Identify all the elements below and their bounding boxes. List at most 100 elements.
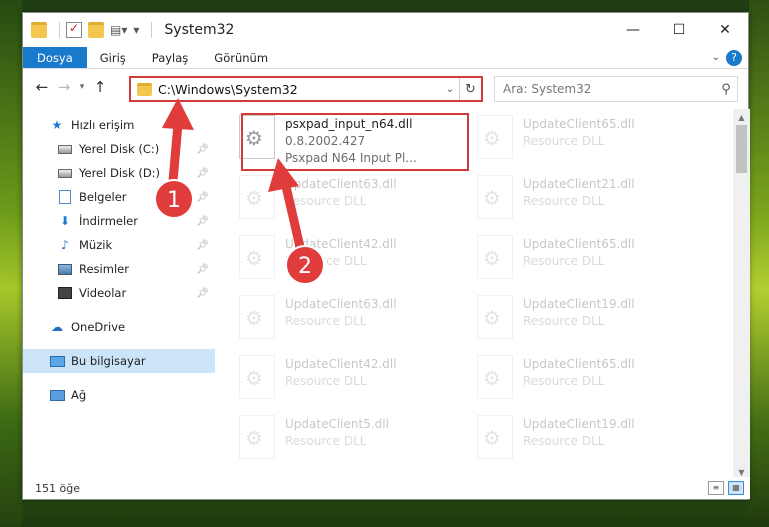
sidebar-item-documents[interactable]: Belgeler 📌︎ [23, 185, 215, 209]
file-tile[interactable]: UpdateClient63.dll Resource DLL [227, 173, 453, 229]
tiles-view-icon[interactable]: ▦ [728, 481, 744, 495]
new-folder-icon[interactable] [88, 22, 104, 38]
title-bar: ▤▾ ▾ System32 — ☐ ✕ [23, 13, 748, 47]
file-type: Resource DLL [523, 134, 605, 148]
view-toggle: ≡ ▦ [708, 481, 744, 495]
sidebar-item-onedrive[interactable]: ☁ OneDrive [23, 315, 215, 339]
tab-home[interactable]: Giriş [87, 47, 139, 68]
forward-arrow-icon[interactable]: → [53, 78, 75, 96]
sidebar-item-label: Müzik [79, 238, 113, 252]
network-icon [49, 388, 65, 402]
vertical-scrollbar[interactable]: ▲ ▼ [733, 109, 750, 481]
dll-file-icon [239, 175, 275, 219]
file-tile[interactable]: UpdateClient63.dll Resource DLL [227, 293, 453, 349]
up-arrow-icon[interactable]: ↑ [89, 78, 111, 96]
tab-file[interactable]: Dosya [23, 47, 87, 68]
address-bar[interactable]: C:\Windows\System32 ⌄ ↻ [129, 76, 483, 102]
pin-icon[interactable]: 📌︎ [196, 192, 209, 203]
music-icon: ♪ [61, 238, 69, 252]
sidebar-item-pictures[interactable]: Resimler 📌︎ [23, 257, 215, 281]
sidebar-item-this-pc[interactable]: Bu bilgisayar [23, 349, 215, 373]
window-title: System32 [164, 22, 235, 38]
sidebar-item-label: Ağ [71, 388, 87, 402]
dll-file-icon [239, 415, 275, 459]
sidebar-item-label: Resimler [79, 262, 129, 276]
sidebar-item-downloads[interactable]: ⬇ İndirmeler 📌︎ [23, 209, 215, 233]
file-tile[interactable]: UpdateClient65.dll Resource DLL [465, 233, 691, 289]
sidebar-item-label: Videolar [79, 286, 127, 300]
file-type: Resource DLL [523, 434, 605, 448]
search-icon[interactable]: ⚲ [715, 82, 737, 97]
file-name: UpdateClient19.dll [523, 417, 635, 431]
file-tile[interactable]: UpdateClient65.dll Resource DLL [465, 113, 691, 169]
chevron-down-icon[interactable]: ⌄ [441, 84, 459, 95]
dll-file-icon [239, 295, 275, 339]
star-icon: ★ [51, 118, 63, 132]
cloud-icon: ☁ [51, 320, 63, 334]
minimize-button[interactable]: — [610, 13, 656, 47]
dll-file-icon [477, 355, 513, 399]
sidebar-item-videos[interactable]: Videolar 📌︎ [23, 281, 215, 305]
file-tile[interactable]: UpdateClient19.dll Resource DLL [465, 293, 691, 349]
address-path[interactable]: C:\Windows\System32 [158, 82, 441, 97]
file-type: Resource DLL [523, 374, 605, 388]
file-tile[interactable]: UpdateClient65.dll Resource DLL [465, 353, 691, 409]
details-view-icon[interactable]: ≡ [708, 481, 724, 495]
pin-icon[interactable]: 📌︎ [196, 264, 209, 275]
file-tile[interactable]: UpdateClient42.dll Resource DLL [227, 233, 453, 289]
file-tile[interactable]: UpdateClient19.dll Resource DLL [465, 413, 691, 465]
wallpaper-right [749, 0, 769, 527]
file-tile[interactable]: UpdateClient5.dll Resource DLL [227, 413, 453, 465]
refresh-icon[interactable]: ↻ [459, 78, 481, 100]
help-icon[interactable]: ? [726, 49, 742, 66]
tab-share[interactable]: Paylaş [139, 47, 202, 68]
search-input[interactable]: Ara: System32 [503, 82, 715, 96]
file-name: UpdateClient42.dll [285, 237, 397, 251]
scroll-up-icon[interactable]: ▲ [733, 109, 750, 126]
pin-icon[interactable]: 📌︎ [196, 240, 209, 251]
sidebar-item-label: Hızlı erişim [71, 118, 135, 132]
search-box[interactable]: Ara: System32 ⚲ [494, 76, 738, 102]
status-bar: 151 öğe ≡ ▦ [23, 477, 750, 499]
file-tile[interactable]: UpdateClient21.dll Resource DLL [465, 173, 691, 229]
pin-icon[interactable]: 📌︎ [196, 144, 209, 155]
file-tile[interactable]: UpdateClient42.dll Resource DLL [227, 353, 453, 409]
chevron-down-icon[interactable]: ⌄ [712, 52, 720, 63]
dll-file-icon [477, 115, 513, 159]
scrollbar-thumb[interactable] [736, 125, 747, 173]
sidebar-item-label: OneDrive [71, 320, 126, 334]
file-name: UpdateClient65.dll [523, 117, 635, 131]
file-name: UpdateClient21.dll [523, 177, 635, 191]
navigation-pane: ★ Hızlı erişim Yerel Disk (C:) 📌︎ Yerel … [23, 113, 215, 465]
pin-icon[interactable]: 📌︎ [196, 216, 209, 227]
properties-icon[interactable] [66, 21, 82, 38]
dll-file-icon [477, 295, 513, 339]
downloads-icon: ⬇ [59, 214, 71, 228]
tab-view[interactable]: Görünüm [201, 47, 281, 68]
pin-icon[interactable]: 📌︎ [196, 168, 209, 179]
sidebar-item-disk-c[interactable]: Yerel Disk (C:) 📌︎ [23, 137, 215, 161]
folder-icon [31, 22, 47, 38]
file-name: UpdateClient42.dll [285, 357, 397, 371]
file-type: Resource DLL [285, 254, 367, 268]
maximize-button[interactable]: ☐ [656, 13, 702, 47]
dll-file-icon [477, 175, 513, 219]
file-type: Resource DLL [285, 374, 367, 388]
sidebar-item-quick-access[interactable]: ★ Hızlı erişim [23, 113, 215, 137]
sidebar-item-label: Yerel Disk (C:) [79, 142, 160, 156]
file-name: UpdateClient65.dll [523, 237, 635, 251]
sidebar-item-music[interactable]: ♪ Müzik 📌︎ [23, 233, 215, 257]
sidebar-item-disk-d[interactable]: Yerel Disk (D:) 📌︎ [23, 161, 215, 185]
recent-locations-icon[interactable]: ▾ [75, 82, 89, 92]
back-arrow-icon[interactable]: ← [31, 78, 53, 96]
close-button[interactable]: ✕ [702, 13, 748, 47]
sidebar-item-network[interactable]: Ağ [23, 383, 215, 407]
customize-toolbar-icon[interactable]: ▾ [133, 23, 139, 37]
sidebar-item-label: Yerel Disk (D:) [79, 166, 161, 180]
file-type: Resource DLL [285, 434, 367, 448]
wallpaper-left [0, 0, 22, 527]
view-options-icon[interactable]: ▤▾ [110, 23, 127, 37]
pin-icon[interactable]: 📌︎ [196, 288, 209, 299]
